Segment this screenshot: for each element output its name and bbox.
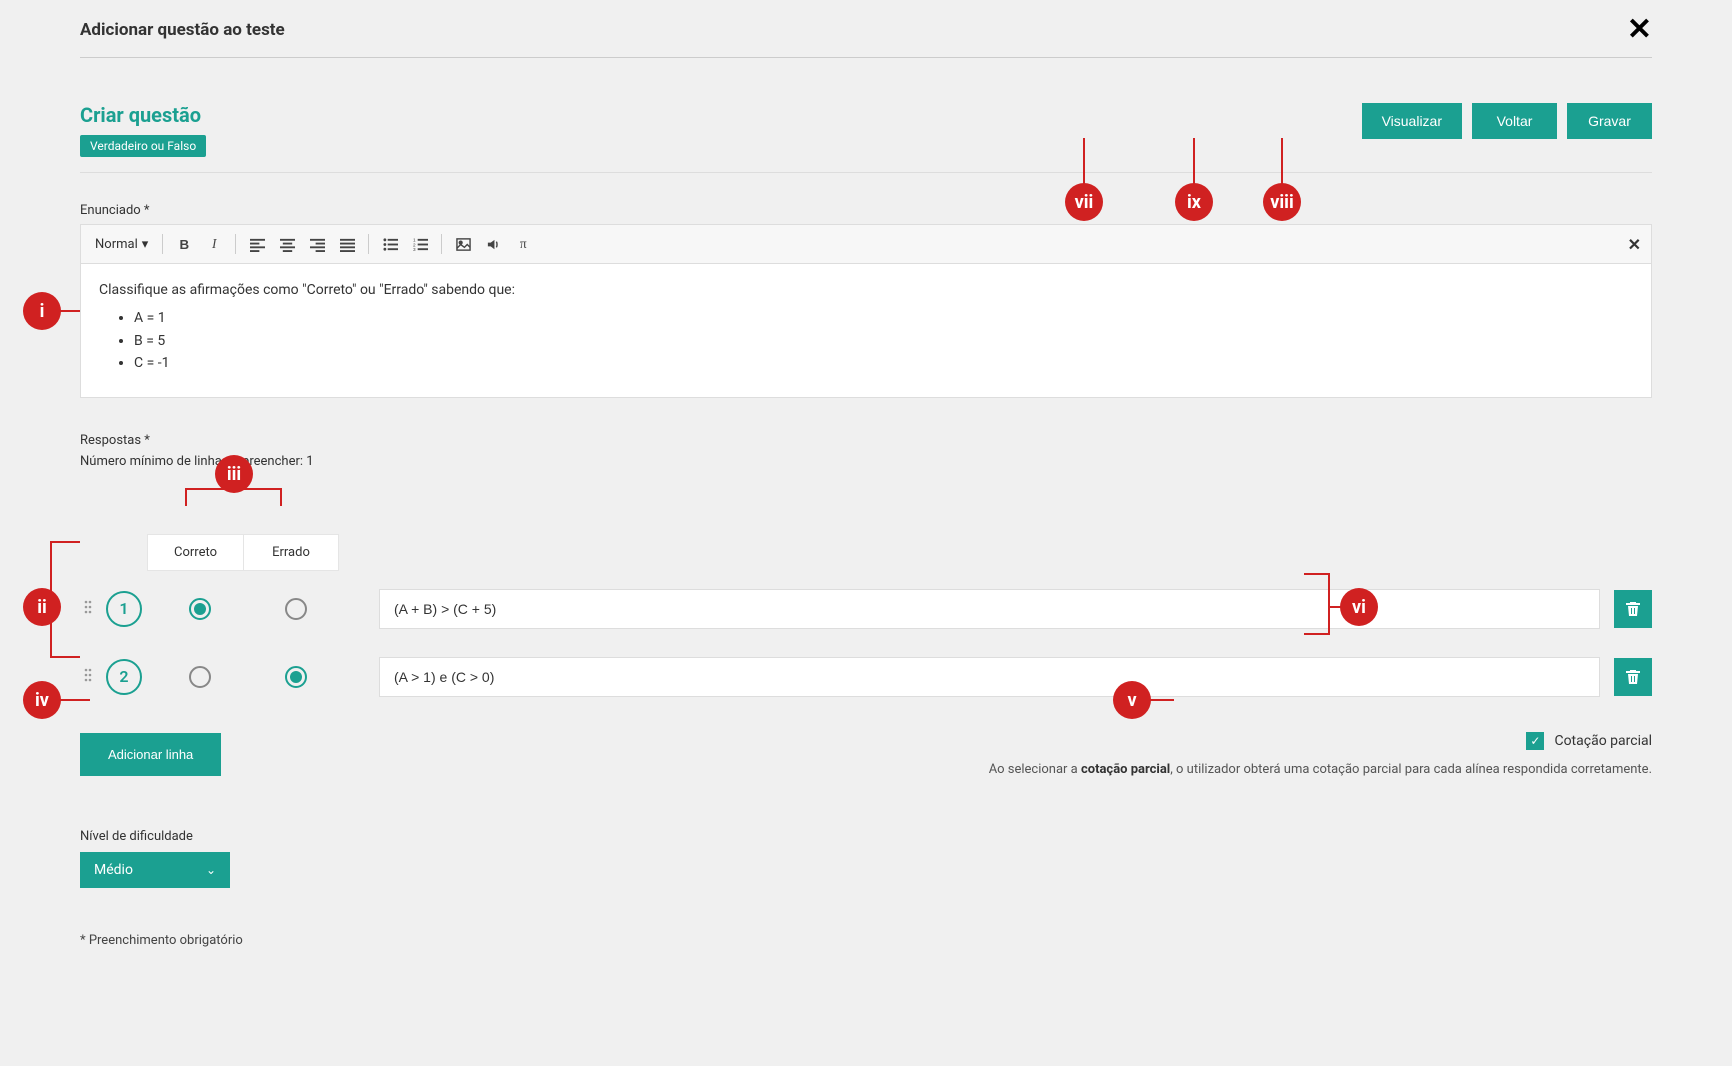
editor-body[interactable]: Classifique as afirmações como "Correto"…: [80, 263, 1652, 398]
editor-list-item: C = -1: [134, 352, 1633, 374]
delete-row-button[interactable]: [1614, 590, 1652, 628]
back-button[interactable]: Voltar: [1472, 103, 1557, 139]
answer-text-input[interactable]: [379, 657, 1600, 697]
audio-icon[interactable]: [480, 231, 506, 257]
formula-icon[interactable]: π: [510, 231, 536, 257]
bullet-list-icon[interactable]: [377, 231, 403, 257]
format-select[interactable]: Normal ▾: [89, 234, 154, 255]
answer-row: 2: [80, 657, 1652, 697]
close-icon[interactable]: ✕: [1627, 12, 1652, 47]
editor-toolbar: Normal ▾ B I 123 π ✕: [80, 224, 1652, 263]
editor-label: Enunciado *: [80, 203, 1652, 218]
chevron-down-icon: ⌄: [206, 863, 216, 877]
image-icon[interactable]: [450, 231, 476, 257]
editor-close-icon[interactable]: ✕: [1628, 235, 1641, 254]
drag-handle-icon[interactable]: [80, 600, 96, 618]
align-center-icon[interactable]: [274, 231, 300, 257]
callout-ii: ii: [23, 588, 61, 626]
italic-icon[interactable]: I: [201, 231, 227, 257]
editor-list-item: A = 1: [134, 307, 1633, 329]
modal-title: Adicionar questão ao teste: [80, 20, 285, 40]
answer-row: 1: [80, 589, 1652, 629]
answers-min-lines: Número mínimo de linhas a preencher: 1: [80, 454, 1652, 469]
answer-text-input[interactable]: [379, 589, 1600, 629]
align-left-icon[interactable]: [244, 231, 270, 257]
partial-grade-checkbox[interactable]: ✓: [1526, 732, 1544, 750]
partial-grade-description: Ao selecionar a cotação parcial, o utili…: [80, 760, 1652, 780]
col-header-wrong: Errado: [243, 534, 339, 571]
preview-button[interactable]: Visualizar: [1362, 103, 1462, 139]
answers-label: Respostas *: [80, 433, 1652, 448]
align-right-icon[interactable]: [304, 231, 330, 257]
difficulty-select[interactable]: Médio ⌄: [80, 852, 230, 888]
editor-list-item: B = 5: [134, 330, 1633, 352]
radio-correct[interactable]: [189, 666, 211, 688]
partial-grade-label: Cotação parcial: [1554, 733, 1652, 749]
callout-i: i: [23, 292, 61, 330]
save-button[interactable]: Gravar: [1567, 103, 1652, 139]
editor-text-line: Classifique as afirmações como "Correto"…: [99, 279, 1633, 301]
question-type-badge: Verdadeiro ou Falso: [80, 135, 206, 157]
difficulty-label: Nível de dificuldade: [80, 829, 1652, 844]
required-footnote: * Preenchimento obrigatório: [80, 933, 1652, 948]
radio-wrong[interactable]: [285, 598, 307, 620]
col-header-correct: Correto: [147, 534, 243, 571]
align-justify-icon[interactable]: [334, 231, 360, 257]
add-line-button[interactable]: Adicionar linha: [80, 733, 221, 776]
delete-row-button[interactable]: [1614, 658, 1652, 696]
radio-wrong[interactable]: [285, 666, 307, 688]
svg-text:3: 3: [413, 247, 416, 252]
radio-correct[interactable]: [189, 598, 211, 620]
drag-handle-icon[interactable]: [80, 668, 96, 686]
row-number: 2: [106, 659, 142, 695]
bold-icon[interactable]: B: [171, 231, 197, 257]
page-title: Criar questão: [80, 103, 206, 127]
callout-iv: iv: [23, 681, 61, 719]
numbered-list-icon[interactable]: 123: [407, 231, 433, 257]
row-number: 1: [106, 591, 142, 627]
